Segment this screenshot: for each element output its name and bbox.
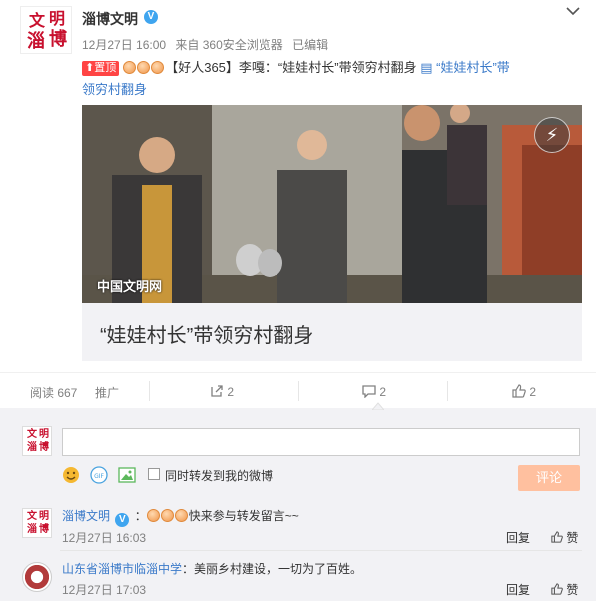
pinned-badge: ⬆置顶 xyxy=(82,61,120,76)
comment-like-button[interactable]: 赞 xyxy=(551,581,578,598)
comment-input[interactable] xyxy=(62,428,580,456)
image-icon[interactable] xyxy=(118,466,136,484)
comment-text: ：美丽乡村建设，一切为了百姓。 xyxy=(182,562,363,576)
comment-time: 12月27日 16:03 xyxy=(62,531,147,545)
emoji-icon xyxy=(160,509,174,522)
smile-icon[interactable] xyxy=(62,466,80,484)
sync-repost-checkbox[interactable] xyxy=(148,468,160,480)
action-bar: 阅读 667 推广 2 2 2 xyxy=(0,372,596,408)
emoji-icon xyxy=(174,509,188,522)
reply-button[interactable]: 回复 xyxy=(506,529,530,546)
caret-indicator xyxy=(372,402,384,410)
emoji-icon xyxy=(146,509,160,522)
comment-avatar[interactable] xyxy=(22,562,52,592)
logo-char: 明 xyxy=(49,9,66,28)
verified-icon: V xyxy=(144,10,158,24)
comment-time: 12月27日 17:03 xyxy=(62,583,147,597)
verified-icon: V xyxy=(115,513,130,527)
forward-button[interactable]: 2 xyxy=(210,384,234,399)
comment-count: 2 xyxy=(379,385,387,399)
post-edited-label[interactable]: 已编辑 xyxy=(292,38,328,52)
image-watermark: 中国文明网 xyxy=(97,279,163,294)
read-count: 阅读 667 xyxy=(30,386,78,400)
play-icon[interactable]: ⚡ xyxy=(534,117,570,153)
logo-char: 淄 xyxy=(27,31,45,52)
like-icon xyxy=(551,531,563,543)
account-logo[interactable]: 文 明 淄 博 xyxy=(20,6,72,54)
divider xyxy=(298,381,299,401)
submit-comment-button[interactable]: 评论 xyxy=(518,465,580,491)
sync-repost-label: 同时转发到我的微博 xyxy=(165,469,274,483)
comment-icon xyxy=(362,385,376,399)
divider xyxy=(447,381,448,401)
like-icon xyxy=(551,583,563,595)
post-text: ⬆置顶 【好人365】李嘎：“娃娃村长”带领穷村翻身 ▤ “娃娃村长”带 领穷村翻身 xyxy=(82,57,582,101)
like-count: 2 xyxy=(529,385,537,399)
my-avatar[interactable]: 文 明 淄 博 xyxy=(22,426,52,456)
logo-char: 文 xyxy=(29,11,46,30)
svg-text:GIF: GIF xyxy=(94,473,104,480)
weibo-post-card: 文 明 淄 博 淄博文明 V 12月27日 16:00 来自 360安全浏览器 … xyxy=(0,0,596,601)
comment-line: 山东省淄博市临淄中学：美丽乡村建设，一切为了百姓。 xyxy=(62,560,362,577)
like-icon xyxy=(512,384,526,398)
like-button[interactable]: 2 xyxy=(512,384,536,399)
comment-button[interactable]: 2 xyxy=(362,384,386,399)
gif-icon[interactable]: GIF xyxy=(90,466,108,484)
divider xyxy=(149,381,150,401)
comment-avatar[interactable]: 文 明 淄 博 xyxy=(22,508,52,538)
post-timestamp[interactable]: 12月27日 16:00 xyxy=(82,38,166,52)
emoji-icon xyxy=(137,61,151,74)
promote-link[interactable]: 推广 xyxy=(95,384,119,401)
comment-username[interactable]: 山东省淄博市临淄中学 xyxy=(62,562,182,576)
comment-line: 淄博文明 V ：快来参与转发留言~~ xyxy=(62,509,299,527)
post-body-text: 【好人365】李嘎：“娃娃村长”带领穷村翻身 xyxy=(165,60,417,75)
post-meta: 12月27日 16:00 来自 360安全浏览器 已编辑 xyxy=(82,36,334,53)
logo-char: 博 xyxy=(49,29,67,50)
forward-count: 2 xyxy=(227,385,235,399)
post-username[interactable]: 淄博文明 xyxy=(82,9,138,29)
comment-like-button[interactable]: 赞 xyxy=(551,529,578,546)
chevron-down-icon[interactable] xyxy=(566,6,580,16)
emoji-icon xyxy=(151,61,165,74)
link-card-title: “娃娃村长”带领穷村翻身 xyxy=(100,325,314,347)
divider xyxy=(60,550,582,551)
comment-username[interactable]: 淄博文明 xyxy=(62,509,110,523)
post-source[interactable]: 来自 360安全浏览器 xyxy=(175,38,282,52)
comment-text: 快来参与转发留言~~ xyxy=(188,509,299,523)
link-card[interactable]: “娃娃村长”带领穷村翻身 xyxy=(82,303,582,361)
forward-icon xyxy=(211,385,223,397)
photo-illustration xyxy=(82,105,582,303)
reply-button[interactable]: 回复 xyxy=(506,581,530,598)
emoji-icon xyxy=(123,61,137,74)
post-image[interactable] xyxy=(82,105,582,303)
